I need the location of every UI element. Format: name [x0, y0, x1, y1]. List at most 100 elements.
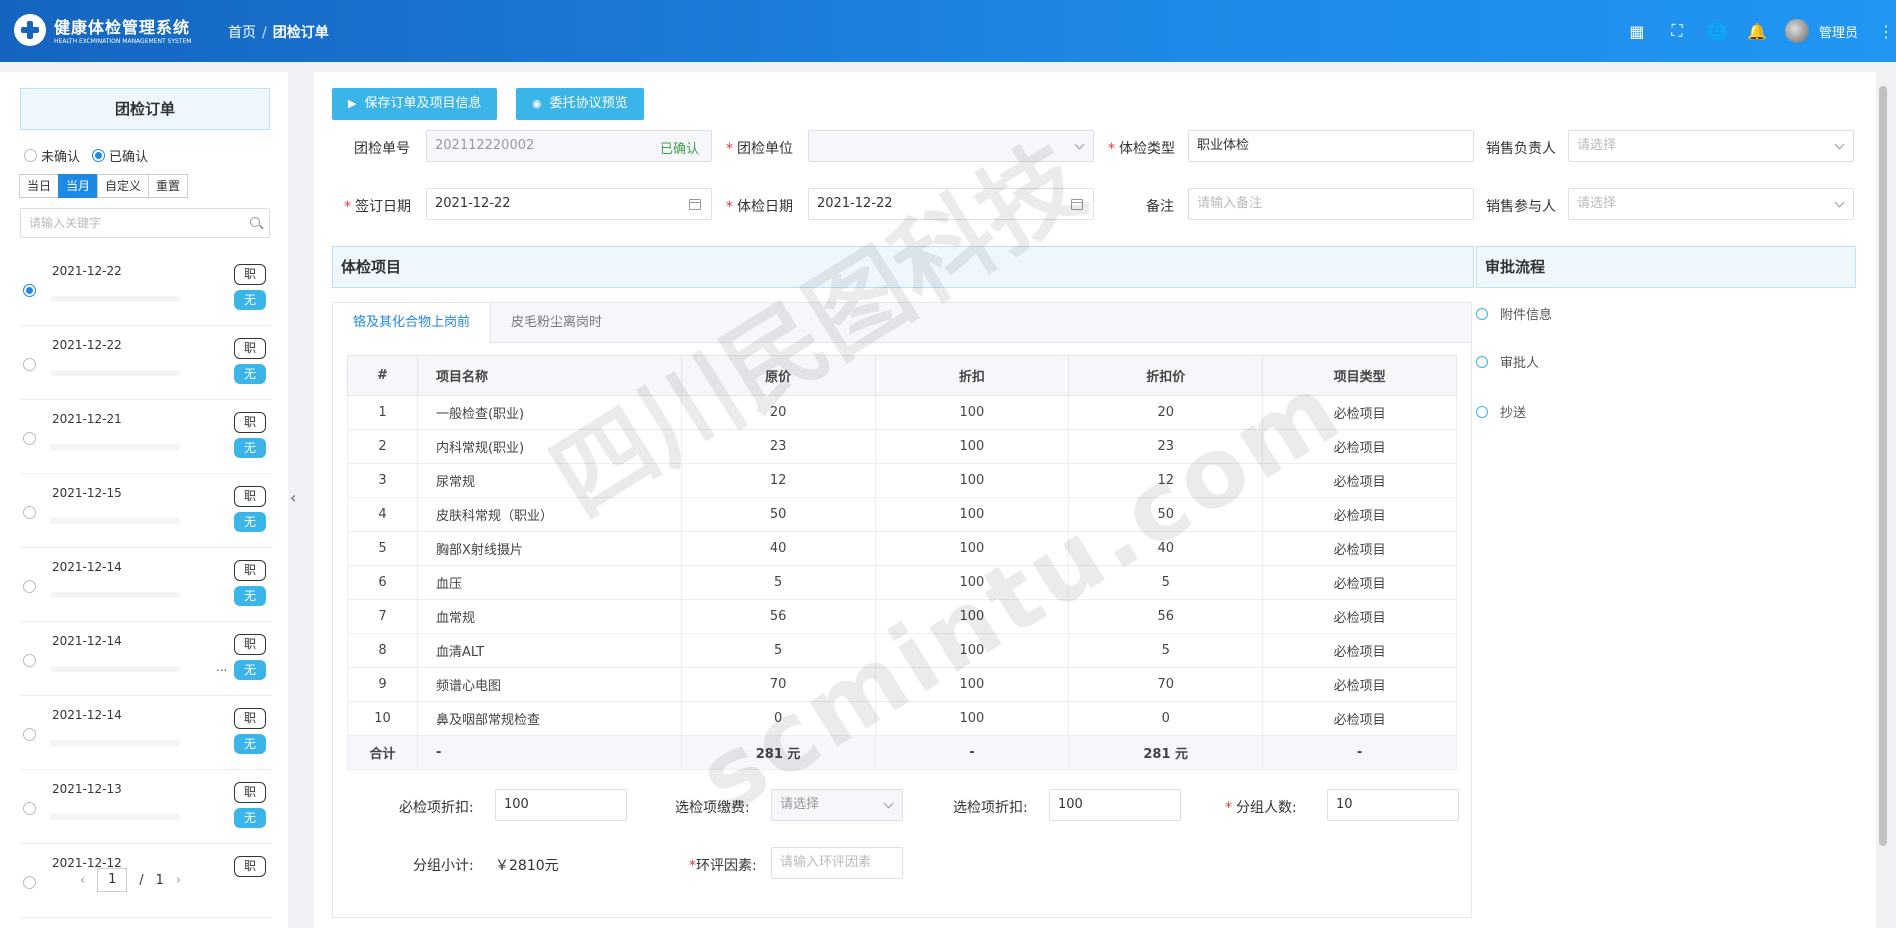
radio-circle-icon[interactable]	[23, 654, 36, 667]
filter-custom-button[interactable]: 自定义	[97, 174, 150, 198]
redacted-text	[50, 740, 180, 746]
placeholder-text: 请选择	[1577, 196, 1617, 211]
page-input[interactable]: 1	[97, 868, 128, 892]
list-item[interactable]: 2021-12-21 职 无	[20, 400, 272, 474]
table-cell: 皮肤科常规（职业）	[416, 497, 682, 532]
radio-circle-icon[interactable]	[23, 728, 36, 741]
list-item[interactable]: 2021-12-22 职 无	[20, 252, 272, 326]
table-row[interactable]: 4 皮肤科常规（职业） 50 100 50 必检项目	[347, 497, 1457, 532]
env-factor-input[interactable]: 请输入环评因素	[771, 847, 903, 879]
table-cell: 9	[347, 667, 418, 702]
table-cell: 0	[680, 701, 876, 736]
table-cell: 必检项目	[1262, 565, 1457, 600]
table-cell: 必检项目	[1262, 497, 1457, 532]
search-input[interactable]	[21, 209, 231, 237]
list-item[interactable]: 2021-12-14 职 无	[20, 548, 272, 622]
radio-confirmed[interactable]: 已确认	[92, 146, 148, 165]
type-badge: 职	[234, 856, 266, 877]
radio-checked-icon[interactable]	[23, 284, 36, 297]
approval-step-attachments[interactable]: 附件信息	[1476, 304, 1552, 323]
radio-circle-icon[interactable]	[23, 506, 36, 519]
table-cell: 100	[874, 701, 1070, 736]
table-header-row: # 项目名称 原价 折扣 折扣价 项目类型	[347, 355, 1457, 396]
approval-step-approver[interactable]: 审批人	[1476, 352, 1539, 371]
table-cell: 40	[680, 531, 876, 566]
page-separator: /	[139, 872, 144, 888]
avatar[interactable]	[1784, 19, 1809, 43]
filter-today-button[interactable]: 当日	[19, 174, 60, 198]
table-row[interactable]: 5 胸部X射线摄片 40 100 40 必检项目	[347, 531, 1457, 566]
radio-circle-icon[interactable]	[23, 580, 36, 593]
radio-circle-icon[interactable]	[23, 432, 36, 445]
unit-select[interactable]	[808, 130, 1094, 162]
approval-step-cc[interactable]: 抄送	[1476, 402, 1526, 421]
filter-month-button[interactable]: 当月	[58, 174, 99, 198]
list-item[interactable]: 2021-12-13 职 无	[20, 770, 272, 844]
optional-discount-input[interactable]: 100	[1049, 789, 1181, 821]
sign-date-picker[interactable]: 2021-12-22	[426, 188, 712, 220]
table-row[interactable]: 6 血压 5 100 5 必检项目	[347, 565, 1457, 600]
grid-icon[interactable]: ▦	[1617, 16, 1657, 46]
search-icon[interactable]	[250, 217, 260, 227]
exam-date-picker[interactable]: 2021-12-22	[808, 188, 1094, 220]
radio-circle-icon[interactable]	[23, 358, 36, 371]
globe-icon[interactable]: 🌐	[1697, 16, 1737, 46]
table-row[interactable]: 7 血常规 56 100 56 必检项目	[347, 599, 1457, 634]
more-icon[interactable]: ⋮	[1876, 16, 1896, 46]
table-row[interactable]: 3 尿常规 12 100 12 必检项目	[347, 463, 1457, 498]
redacted-text	[50, 592, 180, 598]
required-discount-input[interactable]: 100	[495, 789, 627, 821]
tab-group-1[interactable]: 铬及其化合物上岗前	[333, 303, 492, 344]
group-count-input[interactable]: 10	[1327, 789, 1459, 821]
bell-icon[interactable]: 🔔	[1737, 16, 1777, 46]
optional-fee-select[interactable]: 请选择	[771, 789, 903, 821]
list-item[interactable]: 2021-12-14 职 无	[20, 696, 272, 770]
table-row[interactable]: 2 内科常规(职业) 23 100 23 必检项目	[347, 429, 1457, 464]
tab-group-2[interactable]: 皮毛粉尘离岗时	[491, 303, 622, 343]
list-item[interactable]: 2021-12-14 ... 职 无	[20, 622, 272, 696]
table-row[interactable]: 9 频谱心电图 70 100 70 必检项目	[347, 667, 1457, 702]
sales-owner-select[interactable]: 请选择	[1568, 130, 1854, 162]
table-cell: 必检项目	[1262, 633, 1457, 668]
table-cell: 血常规	[416, 599, 682, 634]
table-cell: 5	[680, 565, 876, 600]
order-date: 2021-12-21	[52, 412, 122, 426]
scrollbar[interactable]	[1876, 72, 1890, 928]
type-badge: 职	[234, 560, 266, 581]
table-cell: 血清ALT	[416, 633, 682, 668]
type-badge: 职	[234, 634, 266, 655]
next-page-icon[interactable]: ›	[176, 873, 181, 888]
table-cell: 12	[680, 463, 876, 498]
scrollbar-thumb[interactable]	[1879, 86, 1887, 846]
table-row[interactable]: 1 一般检查(职业) 20 100 20 必检项目	[347, 395, 1457, 430]
breadcrumb: 首页 / 团检订单	[228, 22, 329, 42]
prev-page-icon[interactable]: ‹	[80, 873, 85, 888]
sales-participant-select[interactable]: 请选择	[1568, 188, 1854, 220]
user-name[interactable]: 管理员	[1819, 22, 1858, 41]
table-cell: 100	[874, 395, 1070, 430]
radio-circle-icon[interactable]	[23, 876, 36, 889]
radio-label: 未确认	[41, 150, 81, 165]
radio-unconfirmed[interactable]: 未确认	[24, 146, 80, 165]
list-item[interactable]: 2021-12-15 职 无	[20, 474, 272, 548]
remark-input[interactable]: 请输入备注	[1188, 188, 1474, 220]
table-cell: 10	[347, 701, 418, 736]
list-item[interactable]: 2021-12-22 职 无	[20, 326, 272, 400]
table-row[interactable]: 10 鼻及咽部常规检查 0 100 0 必检项目	[347, 701, 1457, 736]
collapse-panel-icon[interactable]: ‹	[290, 488, 296, 507]
items-table: # 项目名称 原价 折扣 折扣价 项目类型 1 一般检查(职业) 20 100 20 必检…	[347, 355, 1457, 770]
group-count-label: * 分组人数:	[1225, 800, 1297, 816]
exam-type-field[interactable]: 职业体检	[1188, 130, 1474, 162]
step-label: 审批人	[1500, 356, 1540, 371]
fullscreen-icon[interactable]: ⛶	[1657, 16, 1697, 46]
radio-circle-icon[interactable]	[23, 802, 36, 815]
placeholder-text: 请选择	[780, 797, 820, 812]
preview-agreement-button[interactable]: ◉ 委托协议预览	[516, 88, 644, 120]
unit-label: * 团检单位	[726, 141, 793, 157]
table-cell: 一般检查(职业)	[416, 395, 682, 430]
save-order-button[interactable]: ▶ 保存订单及项目信息	[332, 88, 498, 120]
filter-reset-button[interactable]: 重置	[148, 174, 189, 198]
table-cell: 4	[347, 497, 418, 532]
table-row[interactable]: 8 血清ALT 5 100 5 必检项目	[347, 633, 1457, 668]
breadcrumb-home[interactable]: 首页	[228, 22, 256, 42]
